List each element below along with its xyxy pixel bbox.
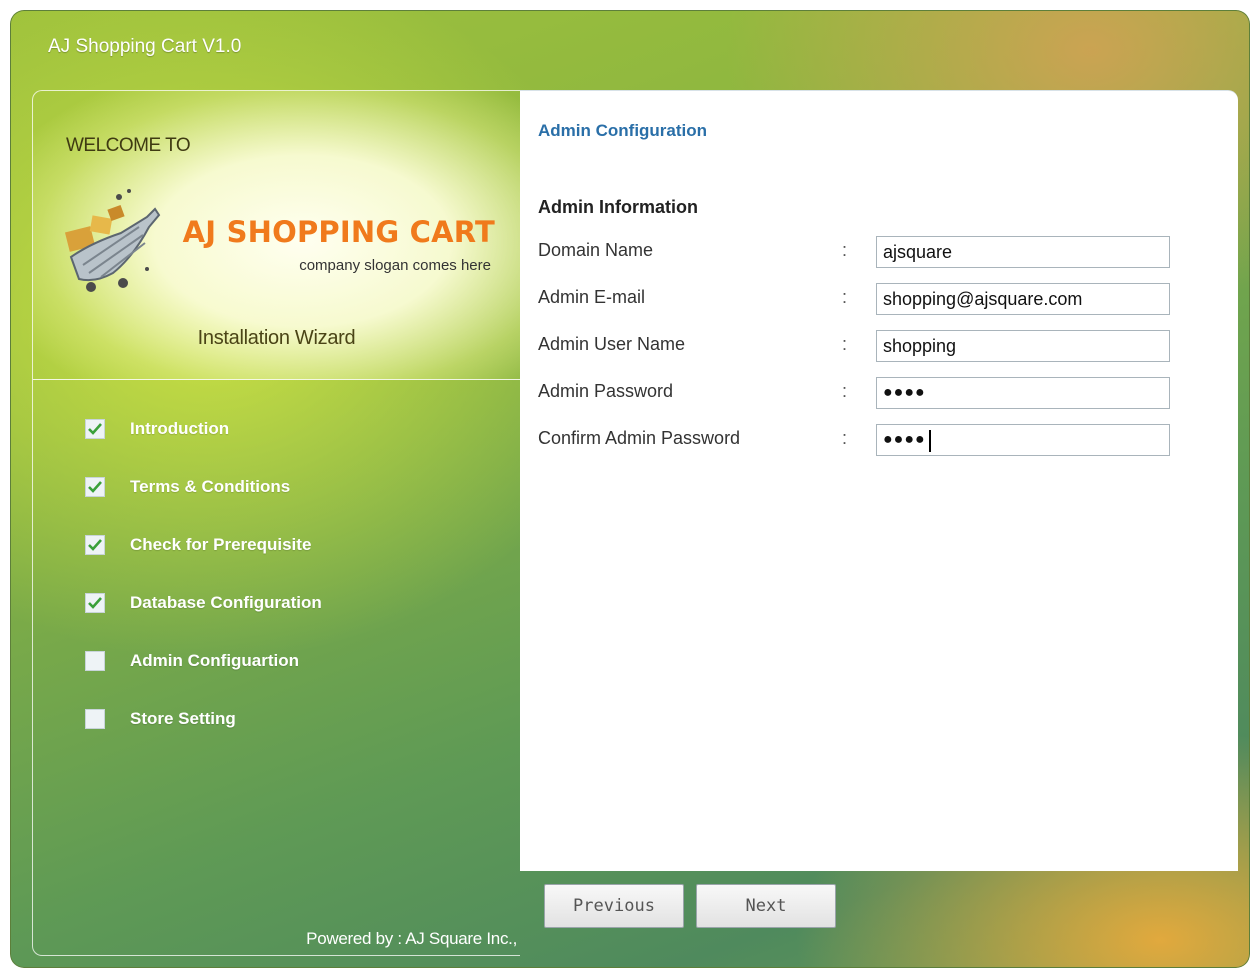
installation-wizard-label: Installation Wizard: [197, 327, 356, 349]
confirm-password-input[interactable]: [876, 424, 1170, 456]
step-label: Introduction: [130, 419, 230, 438]
footer-bar: Previous Next: [520, 870, 1238, 956]
field-label: Admin E-mail: [538, 287, 646, 307]
step-checkbox: [85, 535, 105, 555]
app-title: AJ Shopping Cart V1.0: [48, 36, 242, 57]
field-separator: :: [842, 287, 848, 307]
field-label: Confirm Admin Password: [538, 428, 741, 448]
field-label: Admin Password: [538, 381, 674, 401]
brand-name: AJ SHOPPING CART: [182, 215, 495, 249]
field-separator: :: [842, 334, 848, 354]
step-label: Check for Prerequisite: [130, 535, 312, 554]
step-checkbox: [85, 709, 105, 729]
field-label: Admin User Name: [538, 334, 686, 354]
main-content: Admin Configuration Admin Information Do…: [520, 90, 1238, 871]
checkmark-icon: [88, 423, 102, 435]
wizard-step-terms: Terms & Conditions: [85, 475, 290, 499]
admin-password-input[interactable]: [876, 377, 1170, 409]
section-title: Admin Configuration: [538, 121, 708, 140]
text-caret: [929, 430, 931, 452]
next-button[interactable]: Next: [696, 884, 836, 928]
field-separator: :: [842, 240, 848, 260]
step-checkbox: [85, 477, 105, 497]
subsection-title: Admin Information: [538, 197, 698, 217]
step-checkbox: [85, 593, 105, 613]
brand-slogan: company slogan comes here: [299, 257, 491, 274]
step-checkbox: [85, 419, 105, 439]
wizard-step-introduction: Introduction: [85, 417, 229, 441]
welcome-label: WELCOME TO: [66, 135, 191, 156]
checkmark-icon: [88, 539, 102, 551]
powered-by: Powered by : AJ Square Inc.,: [306, 929, 517, 948]
step-label: Database Configuration: [130, 593, 322, 612]
admin-email-input[interactable]: [876, 283, 1170, 315]
domain-name-input[interactable]: [876, 236, 1170, 268]
field-separator: :: [842, 381, 848, 401]
sidebar: WELCOME TO AJ SHOPPING CART company slog…: [32, 90, 520, 956]
step-label: Terms & Conditions: [130, 477, 291, 496]
field-label: Domain Name: [538, 240, 654, 260]
previous-button[interactable]: Previous: [544, 884, 684, 928]
checkmark-icon: [88, 481, 102, 493]
sidebar-divider: [33, 379, 520, 380]
wizard-step-admin: Admin Configuartion: [85, 649, 299, 673]
admin-username-input[interactable]: [876, 330, 1170, 362]
step-label: Store Setting: [130, 709, 236, 728]
field-separator: :: [842, 428, 848, 448]
shopping-cart-logo-icon: [64, 189, 161, 292]
wizard-step-database: Database Configuration: [85, 591, 322, 615]
wizard-step-store: Store Setting: [85, 707, 236, 731]
step-checkbox: [85, 651, 105, 671]
step-label: Admin Configuartion: [130, 651, 300, 670]
wizard-step-prerequisite: Check for Prerequisite: [85, 533, 311, 557]
checkmark-icon: [88, 597, 102, 609]
